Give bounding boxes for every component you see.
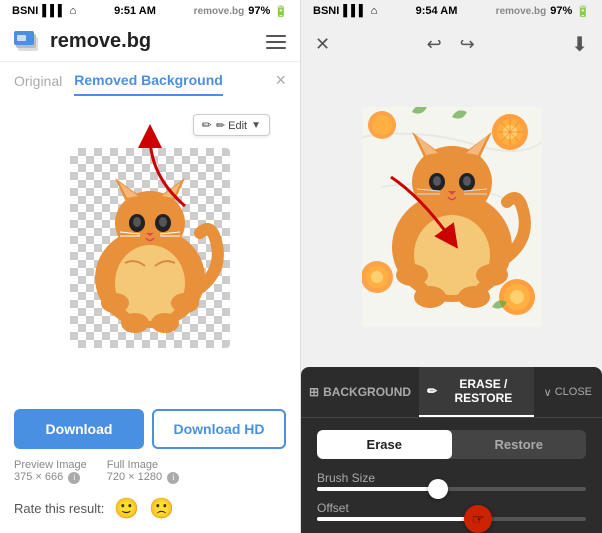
hamburger-line3 <box>266 47 286 49</box>
full-label: Full Image <box>107 459 158 471</box>
edit-label: ✏ Edit <box>216 119 247 132</box>
preview-info: Preview Image 375 × 666 i <box>14 459 87 484</box>
right-status-bar: BSNI ▌▌▌ ⌂ 9:54 AM remove.bg 97% 🔋 <box>301 0 602 22</box>
tab-background[interactable]: ⊞ BACKGROUND <box>301 375 419 409</box>
download-icon-button[interactable]: ⬇ <box>569 30 590 59</box>
brush-size-fill <box>317 487 438 491</box>
tab-original[interactable]: Original <box>14 73 62 95</box>
image-info: Preview Image 375 × 666 i Full Image 720… <box>0 459 300 492</box>
hand-cursor-icon: ☞ <box>472 511 485 528</box>
battery-left: 97% <box>248 5 270 17</box>
url-left: remove.bg <box>194 6 245 17</box>
battery-right: 97% <box>550 5 572 17</box>
restore-toggle-btn[interactable]: Restore <box>452 430 587 459</box>
download-hd-button[interactable]: Download HD <box>152 409 286 449</box>
cat-image <box>70 148 230 348</box>
tab-background-label: BACKGROUND <box>323 385 411 399</box>
right-header-icons: ↩ ↪ <box>425 32 477 57</box>
right-status-left: BSNI ▌▌▌ ⌂ <box>313 5 377 17</box>
redo-button[interactable]: ↪ <box>458 32 477 57</box>
brush-size-label: Brush Size <box>317 471 586 485</box>
signal-icon-right: ▌▌▌ <box>343 5 366 17</box>
toolbar-close-label: CLOSE <box>555 386 592 398</box>
right-panel: BSNI ▌▌▌ ⌂ 9:54 AM remove.bg 97% 🔋 ✕ ↩ ↪… <box>301 0 602 533</box>
sliders: Brush Size Offset ☞ <box>317 471 586 521</box>
chevron-down-icon: ∨ <box>544 386 552 399</box>
right-header: ✕ ↩ ↪ ⬇ <box>301 22 602 67</box>
edit-caret-icon: ▼ <box>251 120 261 131</box>
erase-toggle-btn[interactable]: Erase <box>317 430 452 459</box>
signal-icon: ▌▌▌ <box>42 5 65 17</box>
cat-with-background <box>362 107 542 327</box>
logo: remove.bg <box>14 30 151 53</box>
preview-size: 375 × 666 <box>14 471 63 483</box>
thumbs-up-icon[interactable]: 🙂 <box>114 496 139 521</box>
left-status-bar: BSNI ▌▌▌ ⌂ 9:51 AM remove.bg 97% 🔋 <box>0 0 300 22</box>
full-info-icon[interactable]: i <box>167 472 179 484</box>
layers-icon: ⊞ <box>309 385 319 399</box>
time-right: 9:54 AM <box>416 5 458 17</box>
toolbar-close-btn[interactable]: ∨ CLOSE <box>534 376 602 409</box>
undo-button[interactable]: ↩ <box>425 32 444 57</box>
erase-restore-panel: Erase Restore Brush Size Offset <box>301 418 602 533</box>
brush-size-track[interactable] <box>317 487 586 491</box>
left-status-left: BSNI ▌▌▌ ⌂ <box>12 5 76 17</box>
erase-restore-toggle: Erase Restore <box>317 430 586 459</box>
brush-size-thumb[interactable] <box>428 479 448 499</box>
thumbs-down-icon[interactable]: 🙁 <box>149 496 174 521</box>
tab-removed-bg[interactable]: Removed Background <box>74 72 223 96</box>
right-image-area <box>301 67 602 367</box>
url-right: remove.bg <box>496 6 547 17</box>
eraser-icon: ✏ <box>427 384 437 398</box>
wifi-icon-right: ⌂ <box>371 5 378 17</box>
left-status-right: remove.bg 97% 🔋 <box>194 5 288 18</box>
background-pattern <box>362 107 542 327</box>
logo-icon <box>14 31 42 53</box>
toolbar-tabs: ⊞ BACKGROUND ✏ ERASE / RESTORE ∨ CLOSE <box>301 367 602 418</box>
background-image <box>362 107 542 327</box>
carrier-left: BSNI <box>12 5 38 17</box>
rate-label: Rate this result: <box>14 501 104 516</box>
action-buttons: Download Download HD <box>0 399 300 459</box>
wifi-icon: ⌂ <box>70 5 77 17</box>
edit-icon: ✏ <box>202 118 212 132</box>
image-area: ✏ ✏ Edit ▼ <box>0 96 300 399</box>
bottom-toolbar: ⊞ BACKGROUND ✏ ERASE / RESTORE ∨ CLOSE E… <box>301 367 602 533</box>
tabs-row: Original Removed Background × <box>0 62 300 96</box>
edit-button[interactable]: ✏ ✏ Edit ▼ <box>193 114 270 136</box>
preview-info-icon[interactable]: i <box>68 472 80 484</box>
offset-label: Offset <box>317 501 586 515</box>
time-left: 9:51 AM <box>114 5 156 17</box>
battery-icon-left: 🔋 <box>274 5 288 18</box>
full-size: 720 × 1280 <box>107 471 162 483</box>
preview-label: Preview Image <box>14 459 87 471</box>
tab-erase-restore-label: ERASE / RESTORE <box>441 377 526 405</box>
offset-thumb[interactable]: ☞ <box>464 505 492 533</box>
full-info: Full Image 720 × 1280 i <box>107 459 179 484</box>
carrier-right: BSNI <box>313 5 339 17</box>
download-button[interactable]: Download <box>14 409 144 449</box>
cat-image-preview <box>70 148 230 348</box>
logo-text: remove.bg <box>50 30 151 53</box>
offset-fill <box>317 517 478 521</box>
hamburger-line2 <box>266 41 286 43</box>
tab-erase-restore[interactable]: ✏ ERASE / RESTORE <box>419 367 534 417</box>
hamburger-line1 <box>266 35 286 37</box>
offset-control: Offset ☞ <box>317 501 586 521</box>
left-header: remove.bg <box>0 22 300 62</box>
tab-close-icon[interactable]: × <box>275 70 286 91</box>
battery-icon-right: 🔋 <box>576 5 590 18</box>
right-status-right: remove.bg 97% 🔋 <box>496 5 590 18</box>
brush-size-control: Brush Size <box>317 471 586 491</box>
close-button-right[interactable]: ✕ <box>313 32 332 57</box>
offset-track[interactable]: ☞ <box>317 517 586 521</box>
rate-row: Rate this result: 🙂 🙁 <box>0 492 300 533</box>
hamburger-menu[interactable] <box>266 35 286 49</box>
left-panel: BSNI ▌▌▌ ⌂ 9:51 AM remove.bg 97% 🔋 remov… <box>0 0 301 533</box>
